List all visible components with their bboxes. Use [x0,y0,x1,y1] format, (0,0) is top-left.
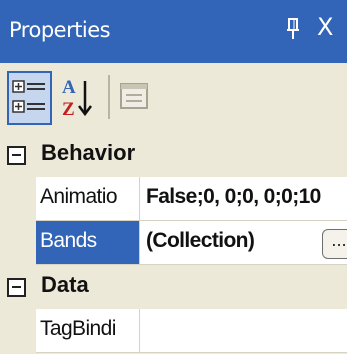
property-row[interactable]: TagBindi [0,309,347,353]
property-name: Bands [40,229,97,252]
panel-title: Properties [9,18,111,42]
close-icon[interactable]: X [317,13,333,41]
property-value: False;0, 0;0, 0;0;10 [146,185,321,208]
category-behavior[interactable]: Behavior [0,133,347,177]
categorized-icon [12,80,45,113]
sort-az-icon: A Z [62,77,92,120]
property-pages-icon [120,83,148,109]
property-pages-button[interactable] [116,75,152,119]
pin-icon[interactable] [286,18,300,40]
property-row[interactable]: Animatio False;0, 0;0, 0;0;10 [0,177,347,221]
svg-text:Z: Z [62,99,75,120]
ellipsis-button[interactable]: ... [322,229,347,259]
collapse-icon[interactable] [7,146,26,165]
categorized-button[interactable] [7,71,52,125]
property-grid: Behavior Animatio False;0, 0;0, 0;0;10 B… [0,133,347,354]
collapse-icon[interactable] [7,278,26,297]
svg-text:A: A [62,77,76,98]
property-value-cell[interactable]: False;0, 0;0, 0;0;10 [140,177,347,221]
category-label: Data [41,272,89,297]
property-name: Animatio [40,185,118,208]
toolbar-separator [108,75,110,119]
property-name-cell[interactable]: TagBindi [36,309,140,353]
alphabetical-button[interactable]: A Z [56,73,102,123]
property-row-selected[interactable]: Bands (Collection) ... [0,221,347,265]
property-name-cell[interactable]: Animatio [36,177,140,221]
property-value-cell[interactable]: (Collection) ... [140,221,347,265]
property-name: TagBindi [40,317,116,340]
property-value: (Collection) [146,229,255,252]
category-data[interactable]: Data [0,265,347,309]
property-value-cell[interactable] [140,309,347,353]
properties-toolbar: A Z [0,63,347,133]
category-label: Behavior [41,140,136,165]
property-name-cell[interactable]: Bands [36,221,140,265]
properties-title-bar: Properties X [0,0,347,63]
